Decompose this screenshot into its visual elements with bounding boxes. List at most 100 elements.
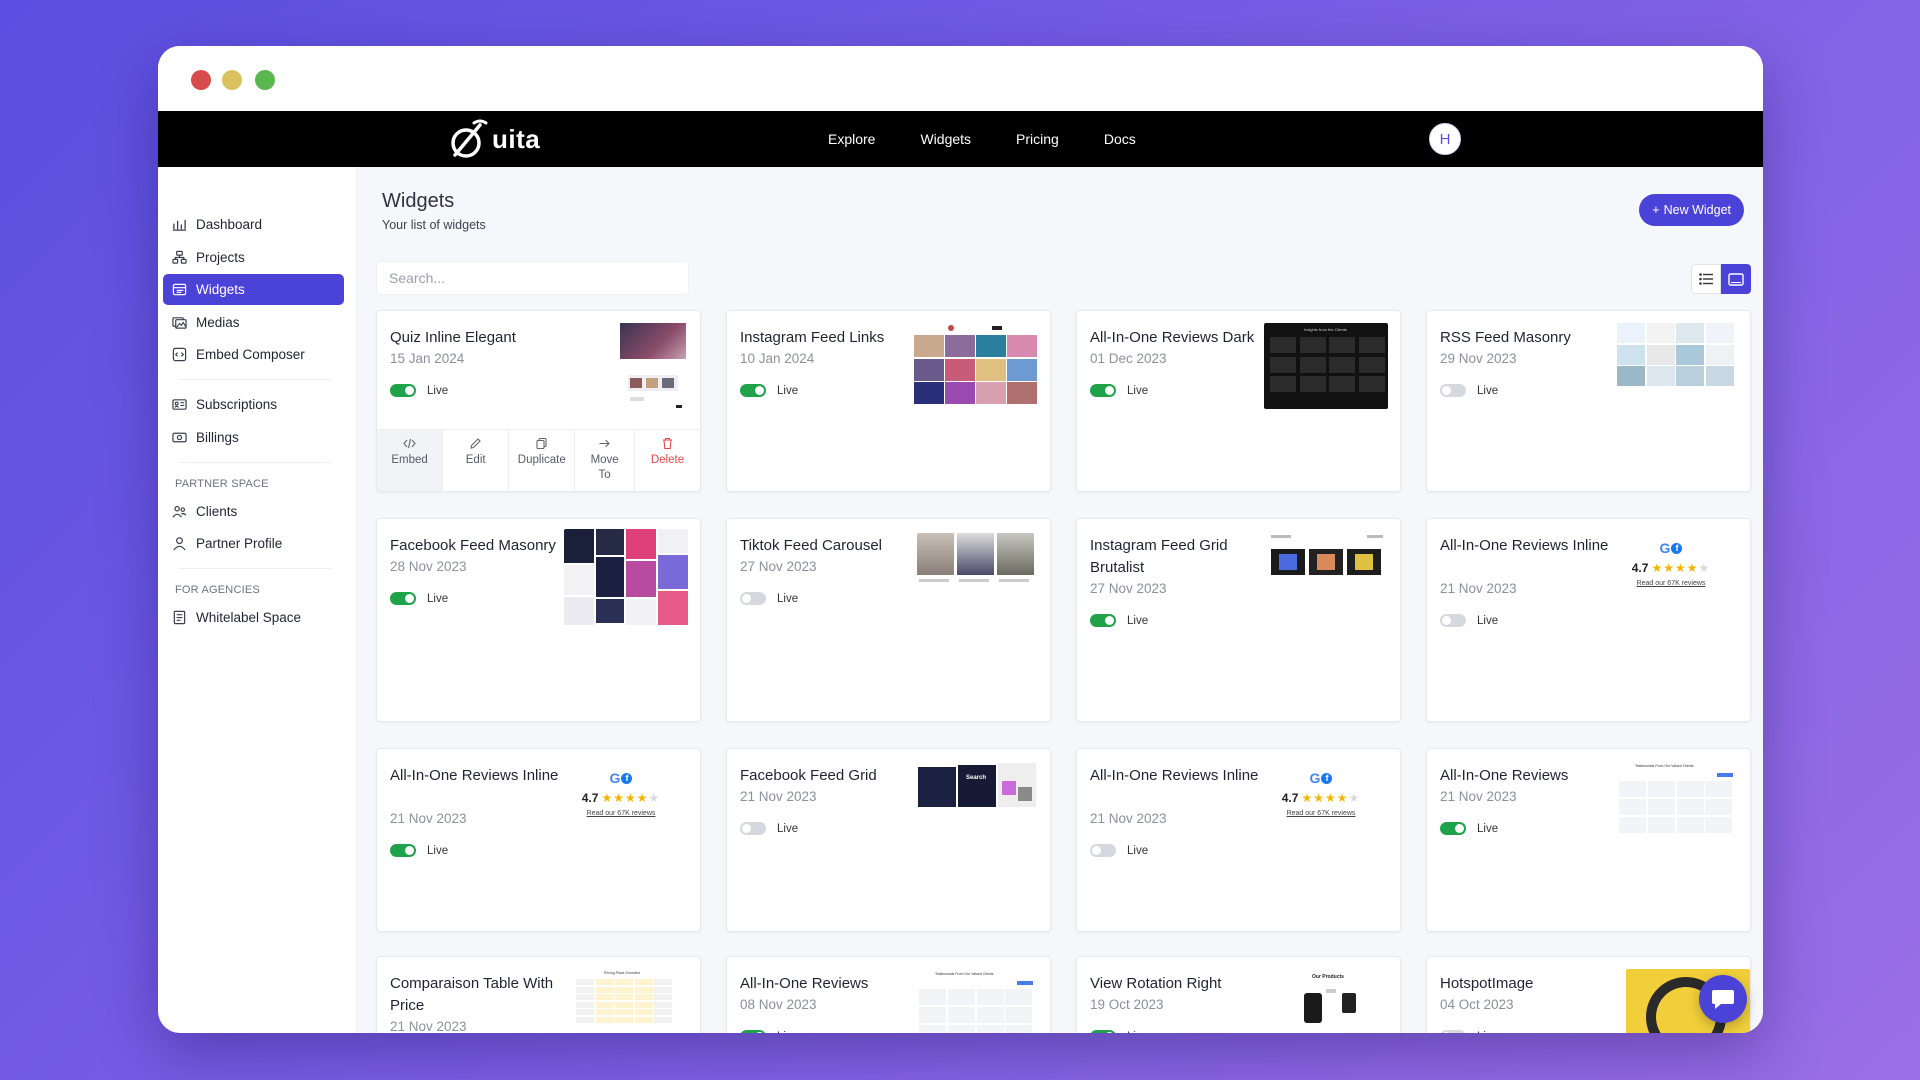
user-avatar[interactable]: H xyxy=(1429,123,1461,155)
live-toggle[interactable] xyxy=(1090,1030,1116,1033)
duplicate-button[interactable]: Duplicate xyxy=(509,430,576,491)
widget-thumbnail: Testimonials From Our Valued Clients xyxy=(1617,763,1735,845)
facebook-icon: f xyxy=(1671,542,1683,554)
sidebar-item-label: Billings xyxy=(196,429,239,445)
widget-card[interactable]: All-In-One Reviews Inline 21 Nov 2023 Live… xyxy=(1426,518,1751,722)
live-toggle[interactable] xyxy=(1440,614,1466,627)
widget-card[interactable]: Tiktok Feed Carousel 27 Nov 2023 Live xyxy=(726,518,1051,722)
new-widget-button[interactable]: + New Widget xyxy=(1639,194,1744,226)
reviews-link[interactable]: Read our 67K reviews xyxy=(1266,810,1376,817)
search-input[interactable] xyxy=(376,261,689,295)
widget-card[interactable]: RSS Feed Masonry 29 Nov 2023 Live xyxy=(1426,310,1751,492)
projects-icon xyxy=(172,250,187,264)
thumb-heading: Search xyxy=(966,775,987,781)
widget-card[interactable]: Comparaison Table With Price21 Nov 2023L… xyxy=(376,956,701,1033)
rating-badge: Gf 4.7 ★★★★★ Read our 67K reviews xyxy=(566,770,676,817)
widget-card[interactable]: Facebook Feed Masonry 28 Nov 2023 Live xyxy=(376,518,701,722)
widget-thumbnail xyxy=(618,323,688,411)
maximize-window-button[interactable] xyxy=(255,70,275,90)
action-label: Duplicate xyxy=(517,454,566,466)
widget-date: 21 Nov 2023 xyxy=(1090,811,1167,826)
live-toggle[interactable] xyxy=(740,822,766,835)
sidebar-item-subscriptions[interactable]: Subscriptions xyxy=(163,389,344,420)
live-toggle[interactable] xyxy=(740,592,766,605)
reviews-link[interactable]: Read our 67K reviews xyxy=(1616,580,1726,587)
live-toggle[interactable] xyxy=(740,1030,766,1033)
widget-status: Live xyxy=(390,844,448,857)
sidebar-item-widgets[interactable]: Widgets xyxy=(163,274,344,305)
sidebar-item-projects[interactable]: Projects xyxy=(163,242,344,273)
list-view-button[interactable] xyxy=(1691,264,1721,294)
live-toggle[interactable] xyxy=(390,592,416,605)
live-toggle[interactable] xyxy=(390,844,416,857)
live-toggle[interactable] xyxy=(740,384,766,397)
rating-score: 4.7 xyxy=(1631,561,1649,575)
widget-status: Live xyxy=(740,384,798,397)
sidebar-item-clients[interactable]: Clients xyxy=(163,496,344,527)
google-icon: G xyxy=(1659,540,1671,556)
sidebar: Dashboard Projects Widgets Medias Embed Comp… xyxy=(158,167,357,1033)
brand-logo[interactable]: uita xyxy=(450,117,540,161)
live-toggle[interactable] xyxy=(1090,844,1116,857)
live-toggle[interactable] xyxy=(1440,1030,1466,1033)
widget-card[interactable]: All-In-One Reviews Inline 21 Nov 2023 Live… xyxy=(376,748,701,932)
action-label: Embed xyxy=(391,454,428,466)
widget-thumbnail: Pricing Plans Overview xyxy=(576,971,676,1029)
sidebar-heading-agencies: FOR AGENCIES xyxy=(175,584,260,596)
nav-link-pricing[interactable]: Pricing xyxy=(1016,131,1059,147)
widget-title: Comparaison Table With Price xyxy=(390,975,554,1014)
live-label: Live xyxy=(1477,384,1499,397)
widget-status: Live xyxy=(1090,1030,1148,1033)
widget-title: Quiz Inline Elegant xyxy=(390,329,516,346)
money-icon xyxy=(172,432,187,442)
chat-launcher-button[interactable] xyxy=(1699,975,1747,1023)
list-icon xyxy=(1699,273,1713,285)
widget-card[interactable]: All-In-One Reviews Inline 21 Nov 2023 Live… xyxy=(1076,748,1401,932)
live-toggle[interactable] xyxy=(1090,614,1116,627)
minimize-window-button[interactable] xyxy=(222,70,242,90)
rating-score: 4.7 xyxy=(581,791,599,805)
google-icon: G xyxy=(609,770,621,786)
widget-status: Live xyxy=(1090,614,1148,627)
widget-date: 27 Nov 2023 xyxy=(740,559,817,574)
live-toggle[interactable] xyxy=(1440,822,1466,835)
nav-link-explore[interactable]: Explore xyxy=(828,131,875,147)
delete-button[interactable]: Delete xyxy=(635,430,700,491)
sidebar-item-embed-composer[interactable]: Embed Composer xyxy=(163,339,344,370)
widget-card[interactable]: All-In-One Reviews Dark 01 Dec 2023 Live I… xyxy=(1076,310,1401,492)
nav-link-widgets[interactable]: Widgets xyxy=(920,131,971,147)
nav-link-docs[interactable]: Docs xyxy=(1104,131,1136,147)
widget-card[interactable]: All-In-One Reviews 21 Nov 2023 Live Testim… xyxy=(1426,748,1751,932)
widget-title: All-In-One Reviews Dark xyxy=(1090,329,1255,346)
widget-thumbnail xyxy=(1271,533,1385,589)
widget-card[interactable]: View Rotation Right 19 Oct 2023 Live Our P… xyxy=(1076,956,1401,1033)
top-navbar: uita Explore Widgets Pricing Docs H xyxy=(158,111,1763,167)
sidebar-item-whitelabel-space[interactable]: Whitelabel Space xyxy=(163,602,344,633)
widget-card[interactable]: Quiz Inline Elegant 15 Jan 2024 Live Embed… xyxy=(376,310,701,492)
widget-actions: Embed Edit Duplicate Move To Delete xyxy=(377,429,700,491)
rating-badge: Gf 4.7 ★★★★★ Read our 67K reviews xyxy=(1266,770,1376,817)
widget-card[interactable]: Instagram Feed Grid Brutalist 27 Nov 2023… xyxy=(1076,518,1401,722)
move-to-button[interactable]: Move To xyxy=(575,430,635,491)
widget-thumbnail xyxy=(917,533,1035,593)
live-toggle[interactable] xyxy=(1440,384,1466,397)
sidebar-item-medias[interactable]: Medias xyxy=(163,307,344,338)
widget-card[interactable]: Facebook Feed Grid 21 Nov 2023 Live Search xyxy=(726,748,1051,932)
widget-title: Tiktok Feed Carousel xyxy=(740,537,883,554)
live-toggle[interactable] xyxy=(390,384,416,397)
view-toggle xyxy=(1691,264,1751,294)
close-window-button[interactable] xyxy=(191,70,211,90)
sidebar-item-dashboard[interactable]: Dashboard xyxy=(163,209,344,240)
widget-thumbnail: Insights from the Clients xyxy=(1264,323,1388,409)
sidebar-item-partner-profile[interactable]: Partner Profile xyxy=(163,528,344,559)
widget-status: Live xyxy=(1440,614,1498,627)
grid-view-button[interactable] xyxy=(1721,264,1751,294)
sidebar-item-billings[interactable]: Billings xyxy=(163,422,344,453)
edit-button[interactable]: Edit xyxy=(443,430,510,491)
embed-button[interactable]: Embed xyxy=(377,430,444,491)
live-toggle[interactable] xyxy=(1090,384,1116,397)
widget-title: Instagram Feed Links xyxy=(740,329,885,346)
widget-card[interactable]: All-In-One Reviews 08 Nov 2023 Live Testim… xyxy=(726,956,1051,1033)
widget-card[interactable]: Instagram Feed Links 10 Jan 2024 Live xyxy=(726,310,1051,492)
reviews-link[interactable]: Read our 67K reviews xyxy=(566,810,676,817)
